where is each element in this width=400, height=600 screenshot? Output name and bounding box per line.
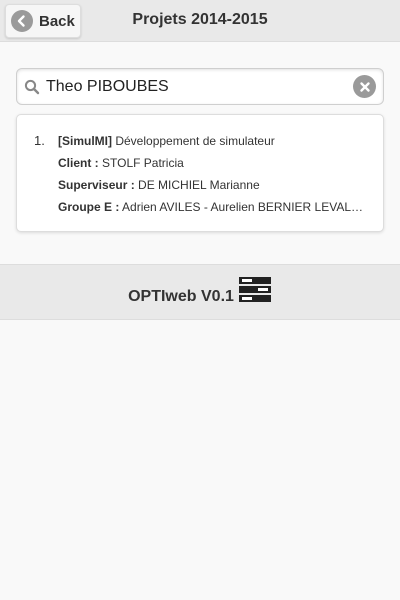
supervisor-line: Superviseur : DE MICHIEL Marianne [58, 178, 370, 192]
clear-search-icon[interactable] [353, 75, 376, 98]
client-label: Client : [58, 156, 99, 170]
footer-bar: OPTIweb V0.1 [0, 264, 400, 320]
search-field [16, 68, 384, 105]
client-line: Client : STOLF Patricia [58, 156, 370, 170]
list-item[interactable]: 1. [SimulMI] Développement de simulateur… [16, 114, 384, 232]
search-input[interactable] [45, 69, 345, 104]
page-title: Projets 2014-2015 [132, 11, 268, 28]
project-tag: [SimulMI] [58, 134, 112, 148]
header-bar: Back Projets 2014-2015 [0, 0, 400, 42]
project-name: Développement de simulateur [112, 134, 275, 148]
group-label: Groupe E : [58, 200, 120, 214]
supervisor-value: DE MICHIEL Marianne [134, 178, 260, 192]
server-stack-icon [238, 276, 272, 304]
supervisor-label: Superviseur : [58, 178, 135, 192]
group-value: Adrien AVILES - Aurelien BERNIER LEVALO.… [119, 200, 370, 214]
client-value: STOLF Patricia [98, 156, 184, 170]
list-item-number: 1. [34, 133, 45, 148]
app-version-title: OPTIweb V0.1 [128, 288, 234, 305]
project-title: [SimulMI] Développement de simulateur [58, 134, 370, 148]
group-line: Groupe E : Adrien AVILES - Aurelien BERN… [58, 200, 370, 214]
search-icon [24, 79, 40, 95]
